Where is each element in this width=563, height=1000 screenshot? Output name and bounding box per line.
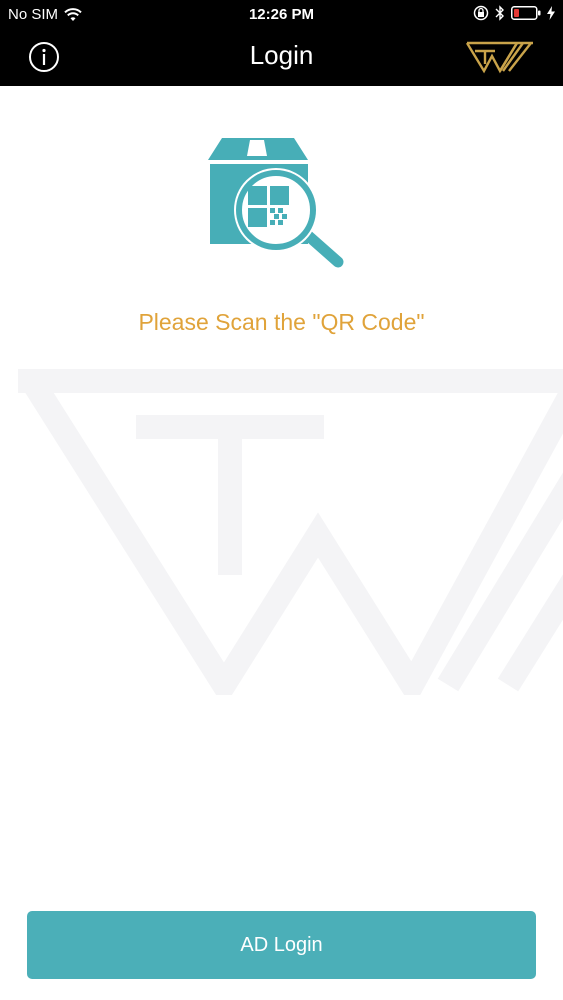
watermark-logo [18,369,563,695]
charging-icon [547,6,555,20]
nav-bar: Login [0,28,563,86]
brand-logo [465,41,533,74]
ad-login-button[interactable]: AD Login [27,911,536,979]
box-qr-scan-illustration [208,138,344,268]
status-right [473,5,555,21]
rotation-lock-icon [473,5,489,21]
scan-prompt: Please Scan the "QR Code" [138,309,425,335]
login-screen: No SIM 12:26 PM Login Please Scan the "Q… [0,0,563,1000]
status-bar: No SIM 12:26 PM [0,0,563,28]
battery-icon [511,6,541,20]
bluetooth-icon [495,5,504,21]
